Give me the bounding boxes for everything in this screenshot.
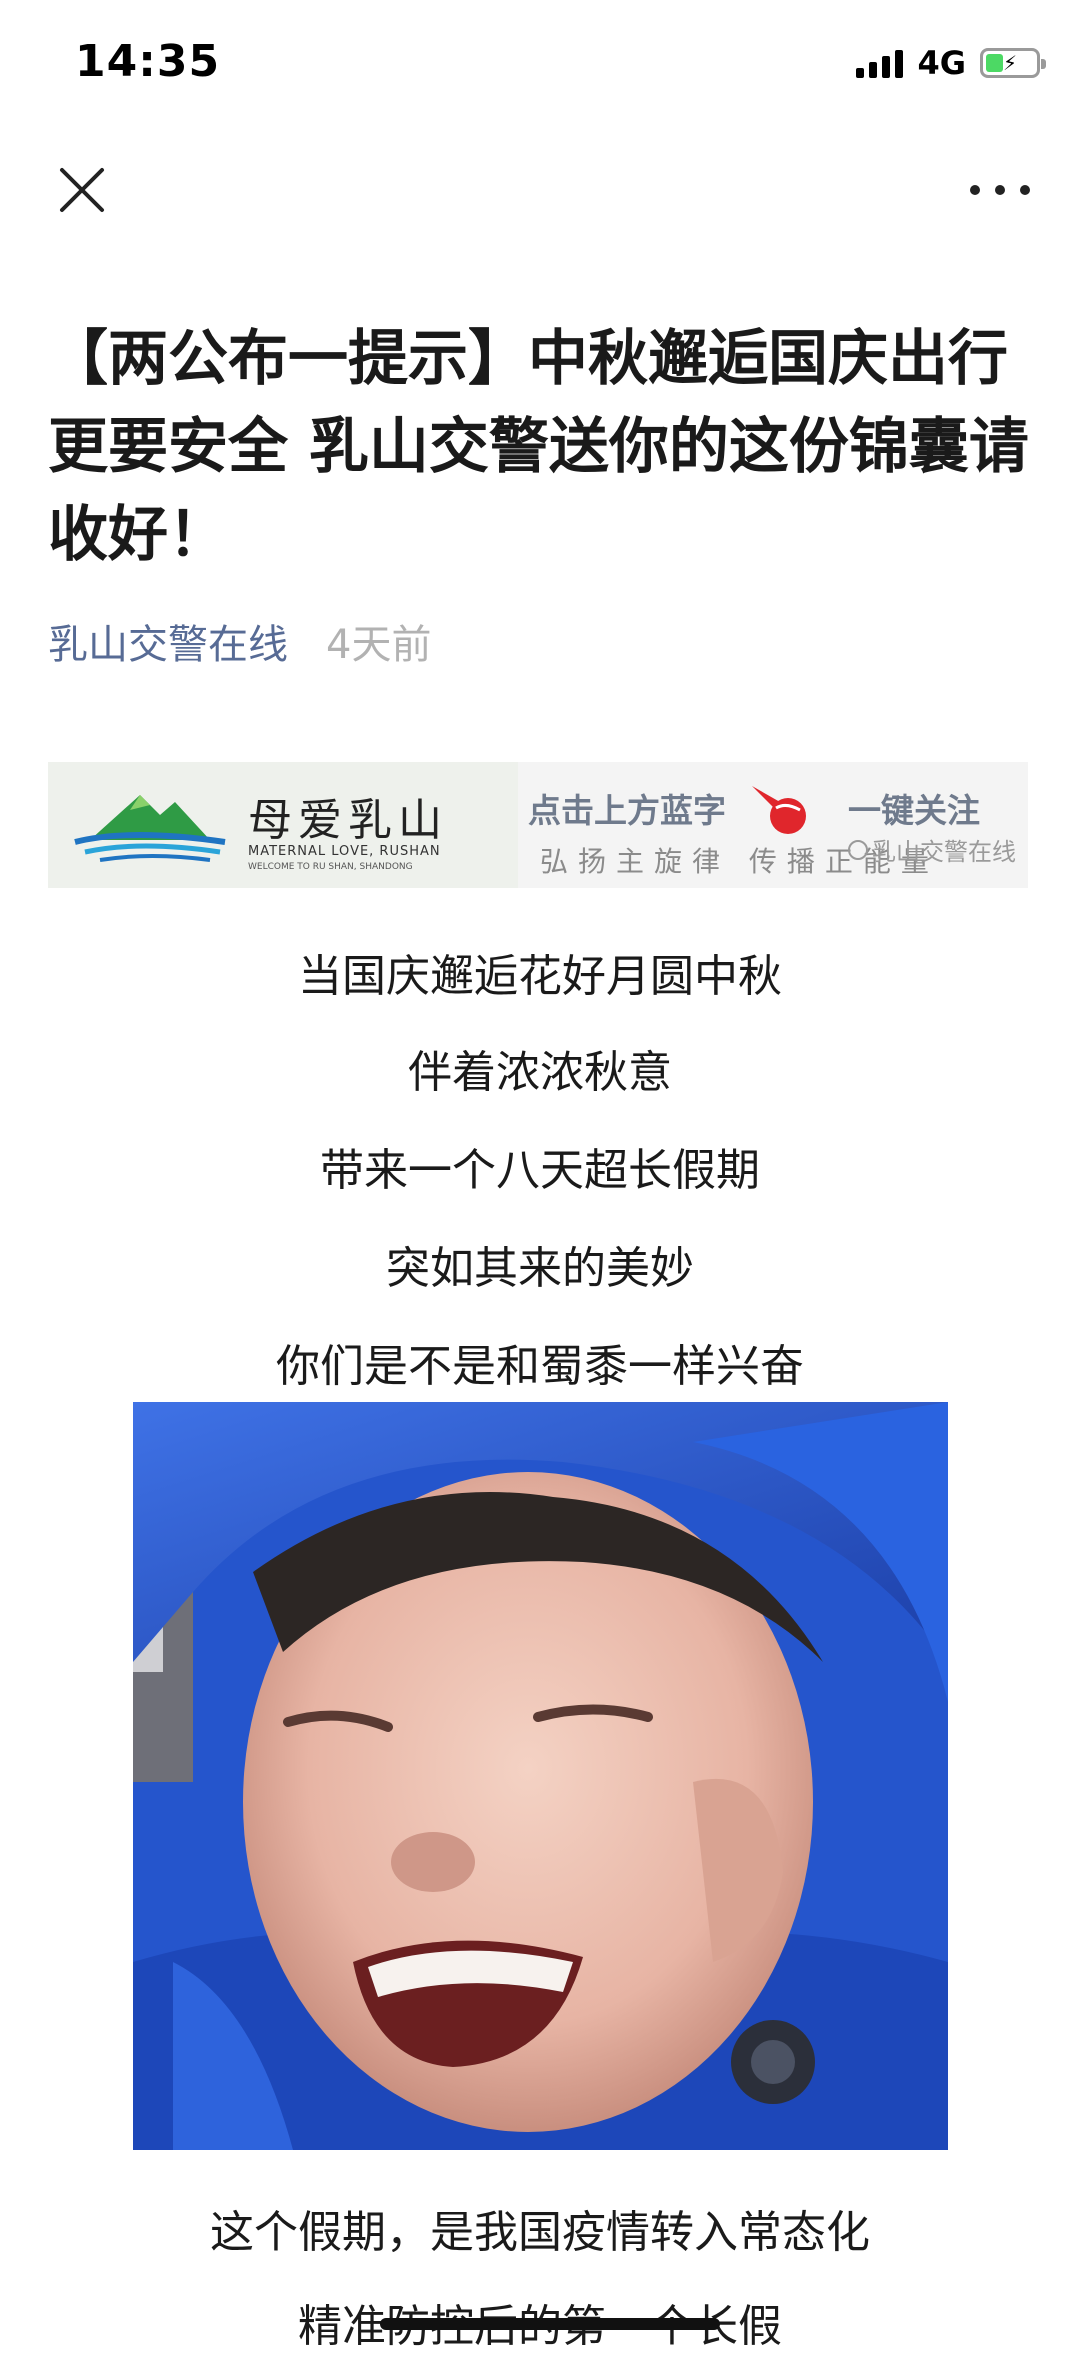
- nav-bar: [0, 130, 1080, 250]
- follow-text: 一键关注: [848, 791, 980, 830]
- laughing-child-photo[interactable]: [133, 1402, 948, 2150]
- body-line: 你们是不是和蜀黍一样兴奋: [276, 1341, 804, 1392]
- watermark: 乳山交警在线: [848, 832, 1016, 867]
- author-link[interactable]: 乳山交警在线: [48, 612, 288, 670]
- charging-icon: ⚡: [1003, 51, 1018, 75]
- article-title: 【两公布一提示】中秋邂逅国庆出行更要安全 乳山交警送你的这份锦囊请收好！: [48, 324, 1029, 570]
- body-line: 带来一个八天超长假期: [320, 1145, 760, 1196]
- pointing-hand-icon: [752, 786, 806, 834]
- watermark-text: 乳山交警在线: [872, 838, 1016, 866]
- more-icon[interactable]: [970, 170, 1030, 210]
- brand-section: 母爱乳山 MATERNAL LOVE, RUSHAN WELCOME TO RU…: [48, 762, 518, 888]
- close-icon[interactable]: [52, 160, 112, 220]
- publish-time: 4天前: [326, 622, 432, 668]
- wechat-icon: [848, 839, 868, 860]
- body-line: 伴着浓浓秋意: [408, 1047, 672, 1098]
- status-bar: 14:35 4G ⚡: [0, 0, 1080, 130]
- click-blue-text: 点击上方蓝字: [528, 791, 726, 830]
- promo-banner[interactable]: 母爱乳山 MATERNAL LOVE, RUSHAN WELCOME TO RU…: [48, 762, 1028, 888]
- follow-section: 点击上方蓝字 弘扬主旋律 传播正能量 一键关注 乳山交警在线: [518, 762, 1028, 888]
- mountain-logo-icon: [74, 795, 226, 862]
- brand-name: 母爱乳山: [248, 795, 448, 846]
- brand-english-sub: WELCOME TO RU SHAN, SHANDONG: [248, 862, 413, 872]
- status-indicators: 4G ⚡: [856, 44, 1046, 82]
- body-line: 这个假期，是我国疫情转入常态化: [210, 2207, 870, 2258]
- home-indicator[interactable]: [380, 2318, 720, 2330]
- battery-icon: ⚡: [980, 48, 1046, 78]
- article-meta: 乳山交警在线 4天前: [48, 612, 431, 670]
- body-line: 当国庆邂逅花好月圆中秋: [298, 951, 782, 1002]
- body-line: 突如其来的美妙: [386, 1243, 694, 1294]
- status-time: 14:35: [75, 36, 221, 87]
- signal-icon: [856, 48, 904, 78]
- brand-english: MATERNAL LOVE, RUSHAN: [248, 844, 441, 859]
- network-type: 4G: [917, 44, 966, 82]
- battery-level: [986, 54, 1003, 72]
